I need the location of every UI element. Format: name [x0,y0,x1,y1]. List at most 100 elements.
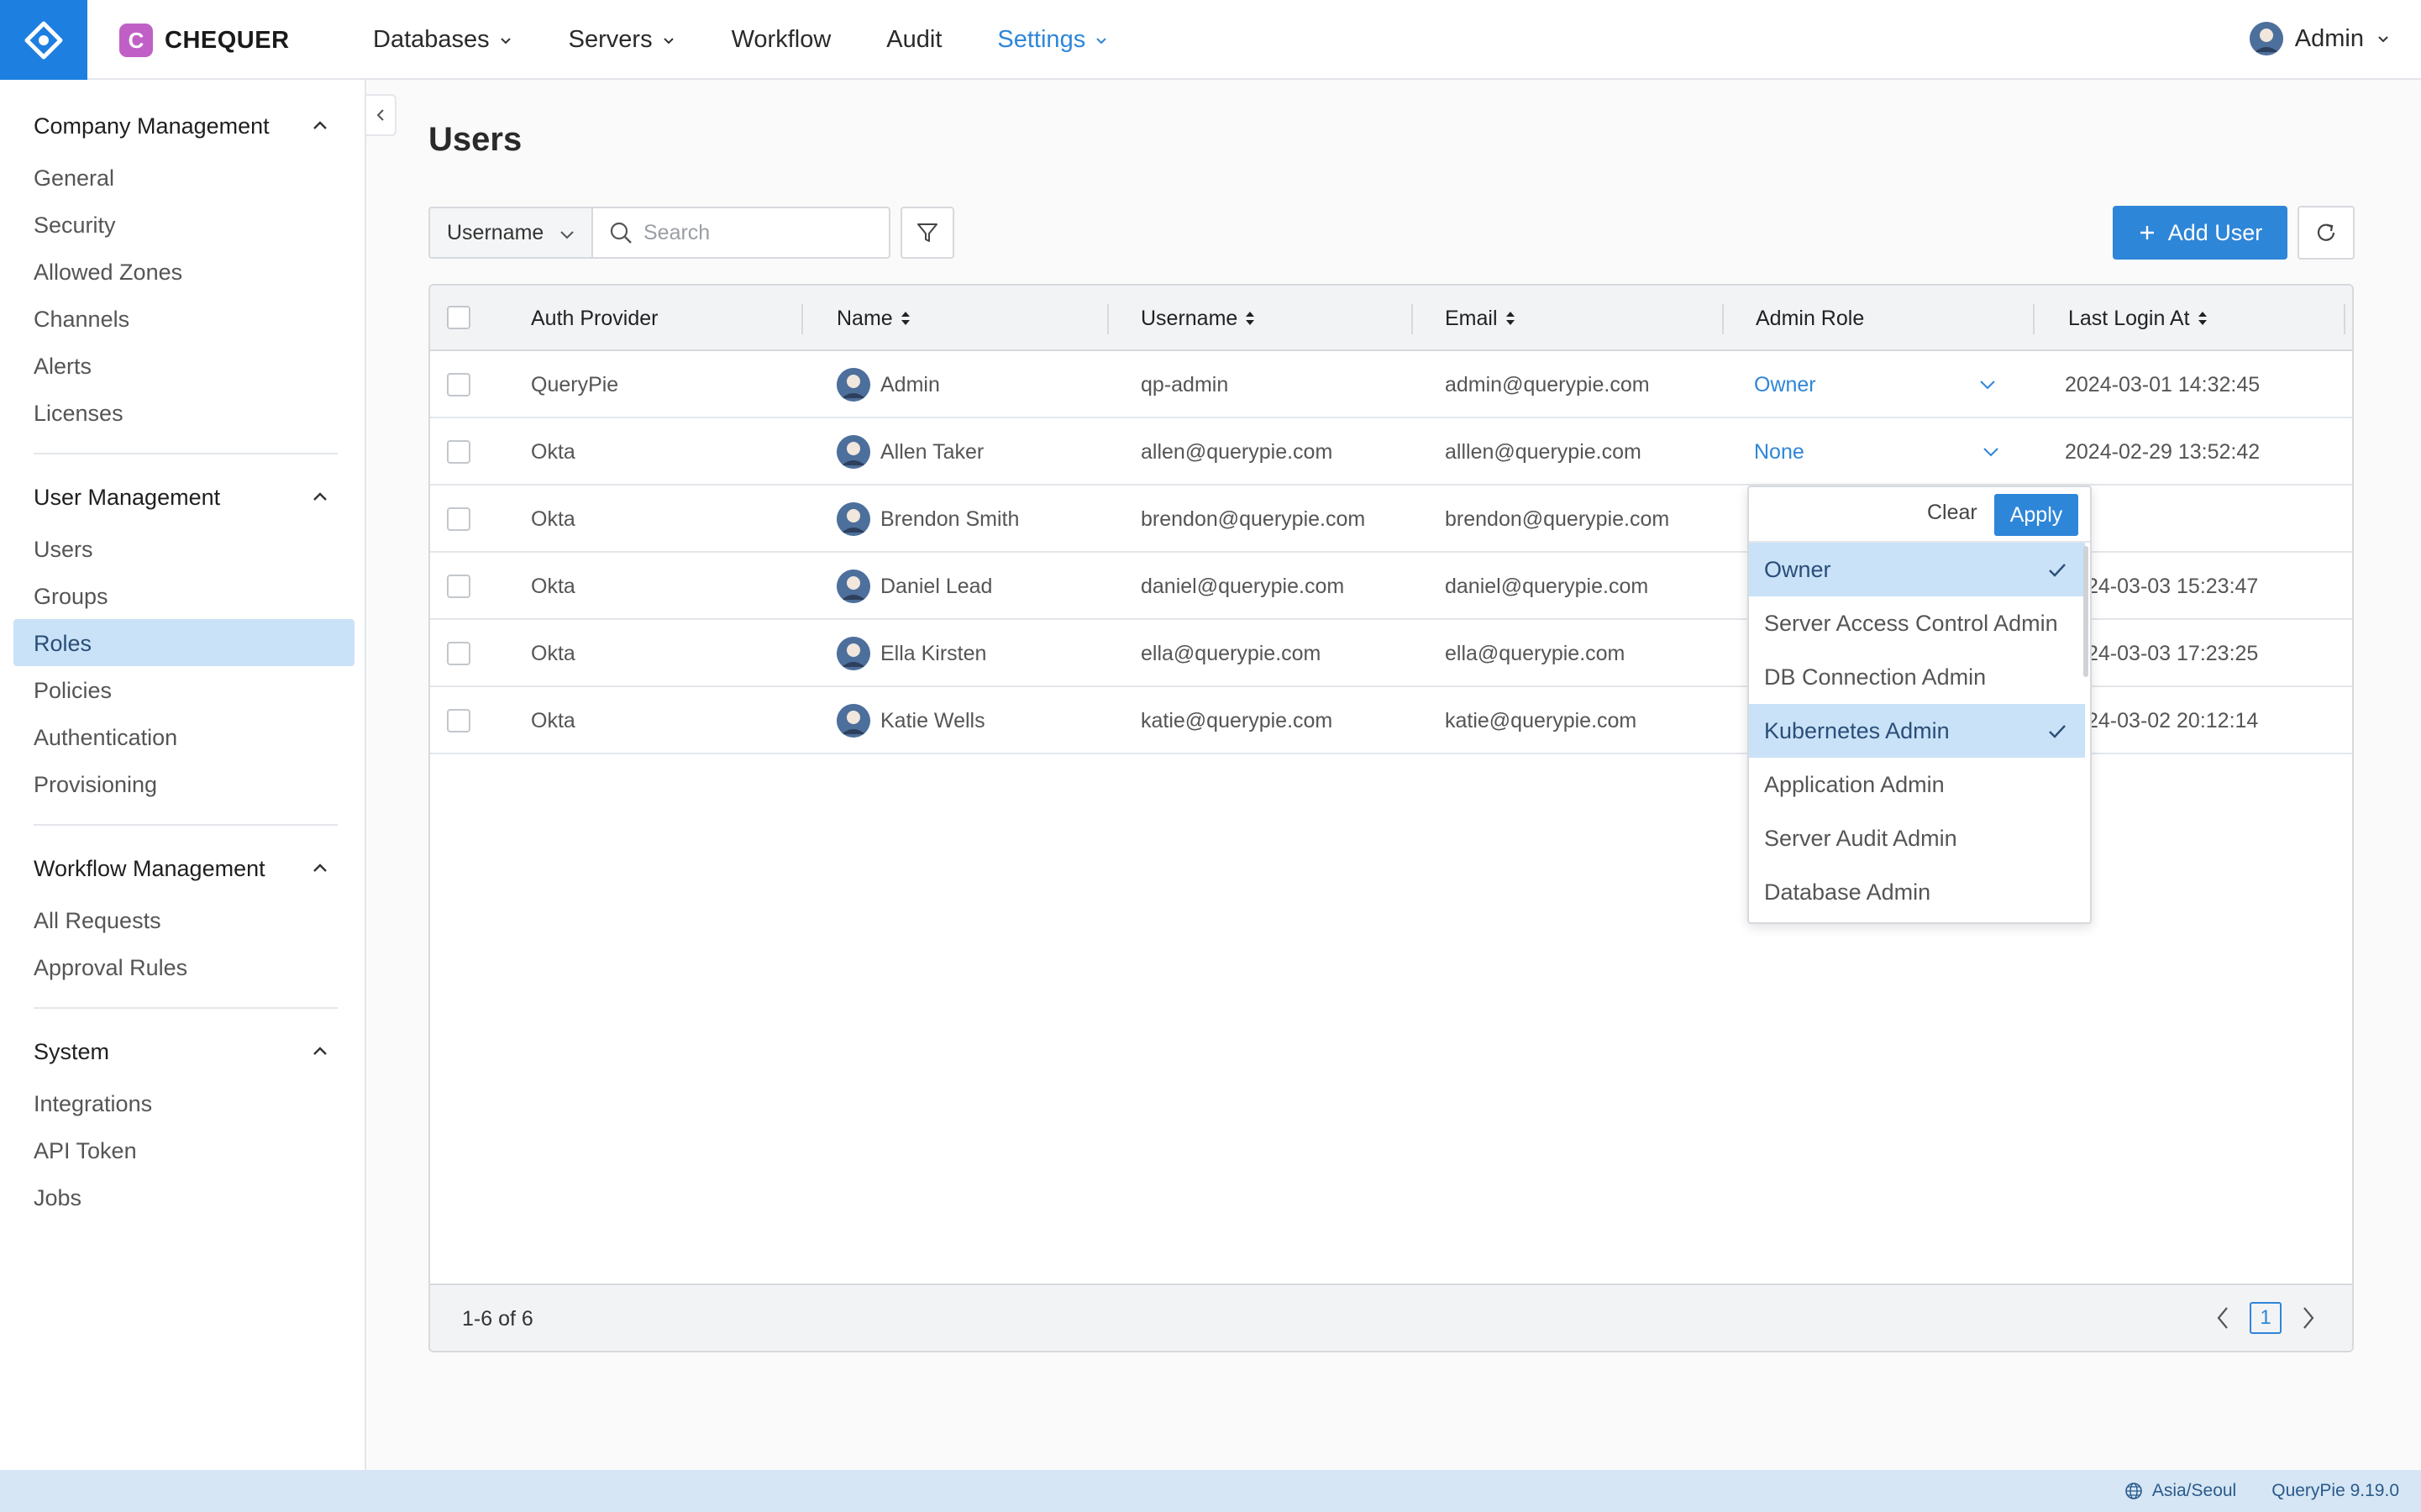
apply-button[interactable]: Apply [1994,494,2078,536]
sidebar-item-provisioning[interactable]: Provisioning [34,772,157,798]
cell-admin-role[interactable]: None [1754,418,1804,486]
role-option-server-access-control-admin[interactable]: Server Access Control Admin [1749,596,2085,650]
row-checkbox[interactable] [447,575,470,598]
sidebar-item-all-requests[interactable]: All Requests [34,908,161,934]
row-checkbox[interactable] [447,440,470,464]
dropdown-scrollbar[interactable] [2083,546,2088,677]
cell-name-text: Brendon Smith [880,507,1020,531]
sidebar-item-roles[interactable]: Roles [34,631,92,657]
sidebar-item-approval-rules[interactable]: Approval Rules [34,955,187,981]
row-checkbox[interactable] [447,373,470,396]
sidebar-item-allowed-zones[interactable]: Allowed Zones [34,260,182,286]
next-page-icon[interactable] [2298,1303,2319,1333]
page-number-button[interactable]: 1 [2250,1302,2282,1334]
check-icon [2049,564,2066,577]
cell-email: admin@querypie.com [1445,372,1650,396]
row-checkbox[interactable] [447,709,470,732]
sidebar-item-policies[interactable]: Policies [34,678,112,704]
sidebar-item-general[interactable]: General [34,165,114,192]
cell-auth-provider: Okta [531,439,575,464]
row-checkbox[interactable] [447,642,470,665]
sidebar-item-api-token[interactable]: API Token [34,1138,137,1164]
brand-name: CHEQUER [165,26,290,54]
sidebar-item-alerts[interactable]: Alerts [34,354,92,380]
user-menu[interactable]: Admin [2249,22,2391,55]
sidebar-item-integrations[interactable]: Integrations [34,1091,152,1117]
column-last-login-at[interactable]: Last Login At [2068,286,2208,351]
select-all-checkbox[interactable] [447,306,470,329]
search-field-select[interactable]: Username [428,207,593,259]
sidebar-item-channels[interactable]: Channels [34,307,129,333]
chevron-down-icon [2378,36,2388,43]
sidebar-item-licenses[interactable]: Licenses [34,401,123,427]
cell-username: qp-admin [1141,372,1229,396]
chevron-up-icon[interactable] [309,858,331,879]
add-user-button[interactable]: Add User [2113,206,2287,260]
column-email[interactable]: Email [1445,286,1516,351]
filter-icon [917,223,937,242]
chevron-up-icon[interactable] [309,115,331,137]
cell-name-text: Daniel Lead [880,574,993,598]
chevron-down-icon[interactable] [1981,442,2001,462]
brand-badge-icon: C [119,24,153,57]
cell-admin-role[interactable]: Owner [1754,351,1816,418]
role-option-kubernetes-admin[interactable]: Kubernetes Admin [1749,704,2085,758]
sidebar-divider [34,1007,338,1009]
role-option-owner[interactable]: Owner [1749,543,2085,596]
sort-icon [901,312,910,325]
filter-button[interactable] [901,207,954,259]
column-name[interactable]: Name [837,286,911,351]
cell-email: ella@querypie.com [1445,641,1625,665]
chevron-up-icon[interactable] [309,1041,331,1063]
chevron-up-icon[interactable] [309,486,331,508]
brand: C CHEQUER [119,23,290,58]
prev-page-icon[interactable] [2213,1303,2233,1333]
sidebar-item-groups[interactable]: Groups [34,584,108,610]
nav-databases[interactable]: Databases [373,26,513,54]
column-username[interactable]: Username [1141,286,1256,351]
chevron-down-icon[interactable] [1977,375,1998,395]
pagination-range: 1-6 of 6 [462,1306,533,1331]
role-option-db-connection-admin[interactable]: DB Connection Admin [1749,650,2085,704]
cell-auth-provider: Okta [531,641,575,665]
table-row[interactable]: QueryPie Admin qp-admin admin@querypie.c… [430,351,2352,418]
pagination: 1 [2213,1302,2319,1334]
chevron-down-icon [1096,37,1106,44]
column-label: Email [1445,306,1498,330]
sidebar: Company Management General Security Allo… [0,80,366,1470]
cell-last-login: 24-03-02 20:12:14 [2087,708,2259,732]
cell-last-login: 2024-02-29 13:52:42 [2065,439,2261,464]
refresh-button[interactable] [2298,206,2355,260]
cell-name: Ella Kirsten [837,620,986,687]
column-separator [2033,304,2035,334]
search-input[interactable] [643,220,879,245]
sidebar-item-security[interactable]: Security [34,213,116,239]
role-option-application-admin[interactable]: Application Admin [1749,758,2085,811]
nav-settings[interactable]: Settings [997,26,1109,54]
sidebar-item-jobs[interactable]: Jobs [34,1185,81,1211]
column-separator [1722,304,1724,334]
sidebar-item-authentication[interactable]: Authentication [34,725,177,751]
nav-audit[interactable]: Audit [886,26,942,54]
sidebar-group-title[interactable]: Company Management [34,113,270,139]
sidebar-group-title[interactable]: Workflow Management [34,856,265,882]
cell-username: daniel@querypie.com [1141,574,1345,598]
sidebar-group-title[interactable]: System [34,1039,109,1065]
role-option-database-admin[interactable]: Database Admin [1749,865,2085,919]
app-logo-icon[interactable] [0,0,87,80]
cell-email: daniel@querypie.com [1445,574,1649,598]
sidebar-group-title[interactable]: User Management [34,485,220,511]
nav-servers[interactable]: Servers [569,26,676,54]
dropdown-header: Clear Apply [1749,487,2090,543]
clear-button[interactable]: Clear [1927,501,1977,525]
role-option-label: Server Audit Admin [1764,825,1957,851]
column-label: Auth Provider [531,306,659,330]
timezone-label[interactable]: Asia/Seoul [2152,1481,2236,1501]
user-avatar-icon [837,435,870,469]
role-option-server-audit-admin[interactable]: Server Audit Admin [1749,811,2085,865]
row-checkbox[interactable] [447,507,470,531]
sidebar-item-users[interactable]: Users [34,537,93,563]
table-row[interactable]: Okta Allen Taker allen@querypie.com alll… [430,418,2352,486]
sidebar-collapse-button[interactable] [366,94,396,136]
nav-workflow[interactable]: Workflow [732,26,832,54]
